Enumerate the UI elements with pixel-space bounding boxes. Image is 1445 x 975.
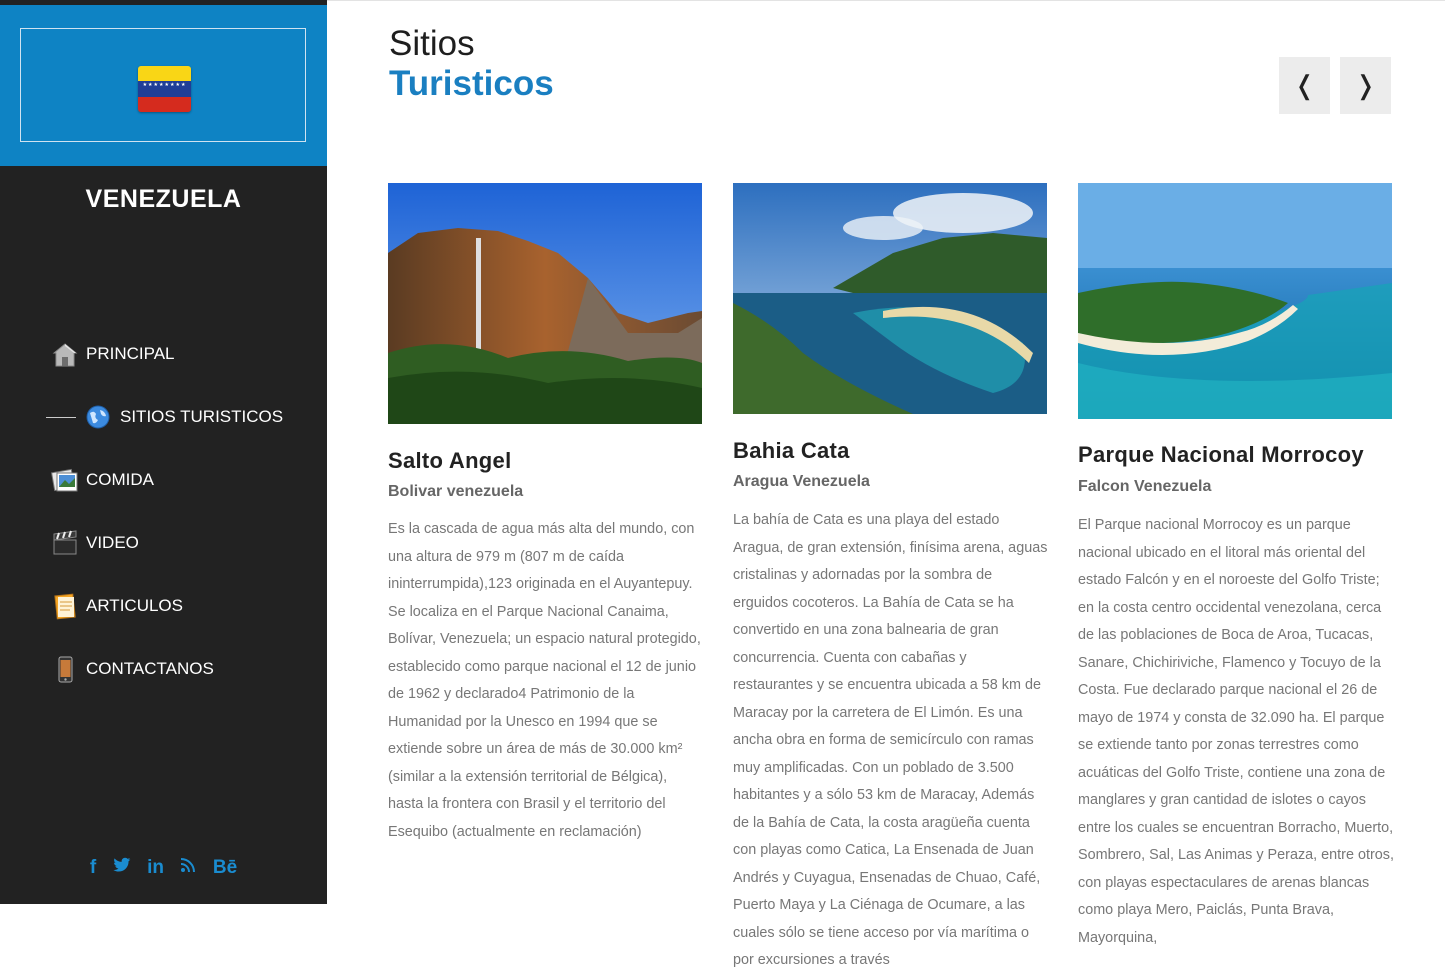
facebook-icon[interactable]: f: [90, 857, 96, 879]
morrocoy-image: [1078, 183, 1392, 419]
nav-item-articulos[interactable]: ARTICULOS: [50, 589, 183, 623]
card-subtitle: Aragua Venezuela: [733, 473, 870, 490]
nav-item-video[interactable]: VIDEO: [50, 526, 139, 560]
page-title-line2: Turisticos: [389, 64, 554, 103]
card-description: La bahía de Cata es una playa del estado…: [733, 512, 1048, 968]
linkedin-icon[interactable]: in: [147, 857, 164, 879]
prev-button[interactable]: ❬: [1279, 57, 1330, 114]
nav-label: PRINCIPAL: [86, 344, 175, 363]
nav-item-contactanos[interactable]: CONTACTANOS: [50, 652, 214, 686]
bahia-cata-image: [733, 183, 1047, 414]
globe-icon: [84, 402, 114, 432]
active-indicator: [46, 416, 76, 418]
card-title: Bahia Cata: [733, 438, 850, 463]
card-title: Salto Angel: [388, 448, 512, 473]
brand-name[interactable]: VENEZUELA: [0, 185, 327, 214]
nav-item-sitios-turisticos[interactable]: SITIOS TURISTICOS: [46, 400, 283, 434]
phone-icon: [50, 654, 80, 684]
card-subtitle: Bolivar venezuela: [388, 483, 524, 500]
flag-frame: ★★★★★★★★: [20, 28, 306, 142]
nav-label: SITIOS TURISTICOS: [120, 407, 284, 426]
nav-label: COMIDA: [86, 470, 154, 489]
nav-item-principal[interactable]: PRINCIPAL: [50, 337, 175, 371]
social-links: f in Bē: [0, 857, 327, 879]
clapperboard-icon: [50, 528, 80, 558]
card-description: Es la cascada de agua más alta del mundo…: [388, 521, 701, 840]
card-title: Parque Nacional Morrocoy: [1078, 442, 1364, 467]
photos-icon: [50, 465, 80, 495]
salto-angel-image: [388, 183, 702, 424]
sidebar-header: ★★★★★★★★: [0, 5, 327, 166]
card-description: El Parque nacional Morrocoy es un parque…: [1078, 517, 1394, 946]
page-title-line1: Sitios: [389, 24, 475, 63]
venezuela-flag-icon: ★★★★★★★★: [138, 66, 191, 112]
home-icon: [50, 339, 80, 369]
notepad-icon: [50, 591, 80, 621]
twitter-icon[interactable]: [112, 857, 131, 879]
nav-label: ARTICULOS: [86, 596, 183, 615]
top-border: [327, 0, 1445, 4]
nav-label: VIDEO: [86, 533, 139, 552]
card-subtitle: Falcon Venezuela: [1078, 478, 1212, 495]
next-button[interactable]: ❭: [1340, 57, 1391, 114]
behance-icon[interactable]: Bē: [213, 857, 237, 879]
sidebar: ★★★★★★★★ VENEZUELA PRINCIPAL SITIOS TURI…: [0, 0, 327, 904]
rss-icon[interactable]: [180, 857, 196, 879]
nav-item-comida[interactable]: COMIDA: [50, 463, 154, 497]
nav-label: CONTACTANOS: [86, 659, 214, 678]
